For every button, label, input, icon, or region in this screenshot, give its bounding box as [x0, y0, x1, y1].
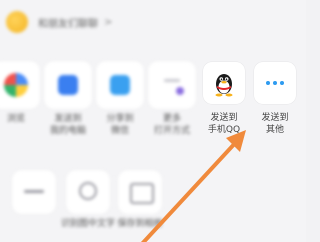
annotation-arrow [140, 130, 246, 242]
share-sheet-screen: 和朋友们聊聊 > 浏览 发送到 我的电脑 分享到 微信 更多 打开方式 发送到 … [0, 0, 306, 242]
